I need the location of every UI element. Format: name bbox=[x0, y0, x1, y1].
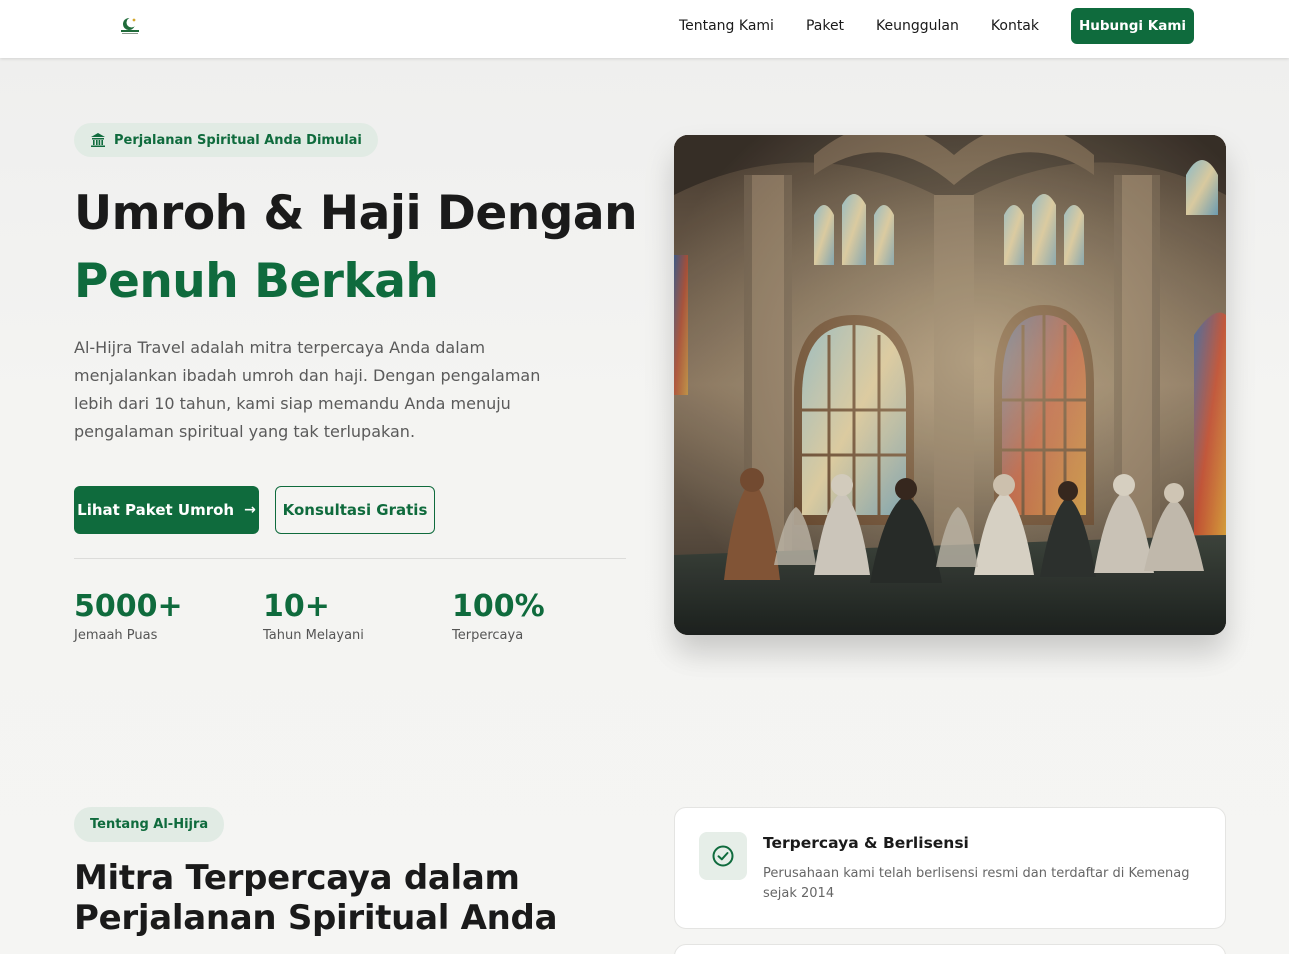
nav-link-paket[interactable]: Paket bbox=[806, 18, 844, 34]
stat-value: 10+ bbox=[263, 589, 330, 624]
hero-badge-label: Perjalanan Spiritual Anda Dimulai bbox=[114, 132, 362, 148]
feature-card-title: Terpercaya & Berlisensi bbox=[763, 834, 969, 852]
stat-jemaah: 5000+ Jemaah Puas bbox=[74, 588, 183, 643]
arrow-right-icon: → bbox=[244, 502, 256, 518]
nav-link-keunggulan[interactable]: Keunggulan bbox=[876, 18, 959, 34]
hero-description: Al-Hijra Travel adalah mitra terpercaya … bbox=[74, 338, 541, 441]
about-title: Mitra Terpercaya dalam Perjalanan Spirit… bbox=[74, 858, 558, 938]
nav-link-kontak[interactable]: Kontak bbox=[991, 18, 1039, 34]
check-circle-icon bbox=[699, 832, 747, 880]
hero-title-line1: Umroh & Haji Dengan bbox=[74, 186, 638, 241]
stat-label: Terpercaya bbox=[452, 628, 524, 643]
konsultasi-gratis-button[interactable]: Konsultasi Gratis bbox=[275, 486, 435, 534]
stat-terpercaya: 100% Terpercaya bbox=[452, 588, 545, 643]
hero-image-mosque-prayer bbox=[674, 135, 1226, 635]
lihat-paket-umroh-label: Lihat Paket Umroh bbox=[77, 501, 235, 519]
crescent-logo-icon[interactable] bbox=[118, 15, 142, 37]
stat-value: 5000+ bbox=[74, 589, 183, 624]
feature-card-text: Perusahaan kami telah berlisensi resmi d… bbox=[763, 866, 1190, 901]
mosque-icon bbox=[91, 133, 105, 147]
stat-value: 100% bbox=[452, 589, 545, 624]
top-navbar: Tentang Kami Paket Keunggulan Kontak Hub… bbox=[0, 0, 1289, 58]
hero-badge: Perjalanan Spiritual Anda Dimulai bbox=[74, 123, 378, 157]
lihat-paket-umroh-button[interactable]: Lihat Paket Umroh → bbox=[74, 486, 259, 534]
stat-label: Jemaah Puas bbox=[74, 628, 158, 643]
about-badge: Tentang Al-Hijra bbox=[74, 807, 225, 842]
hubungi-kami-button[interactable]: Hubungi Kami bbox=[1071, 8, 1194, 44]
nav-link-tentang-kami[interactable]: Tentang Kami bbox=[679, 18, 774, 34]
stat-tahun: 10+ Tahun Melayani bbox=[263, 588, 364, 643]
hero-title-line2: Penuh Berkah bbox=[74, 254, 439, 309]
hero-title: Umroh & Haji Dengan Penuh Berkah bbox=[74, 180, 638, 316]
hero-divider bbox=[74, 558, 626, 559]
stat-label: Tahun Melayani bbox=[263, 628, 364, 643]
feature-card-terpercaya: Terpercaya & Berlisensi Perusahaan kami … bbox=[674, 807, 1226, 929]
nav-links: Tentang Kami Paket Keunggulan Kontak Hub… bbox=[679, 0, 1194, 52]
feature-card-next bbox=[674, 944, 1226, 954]
